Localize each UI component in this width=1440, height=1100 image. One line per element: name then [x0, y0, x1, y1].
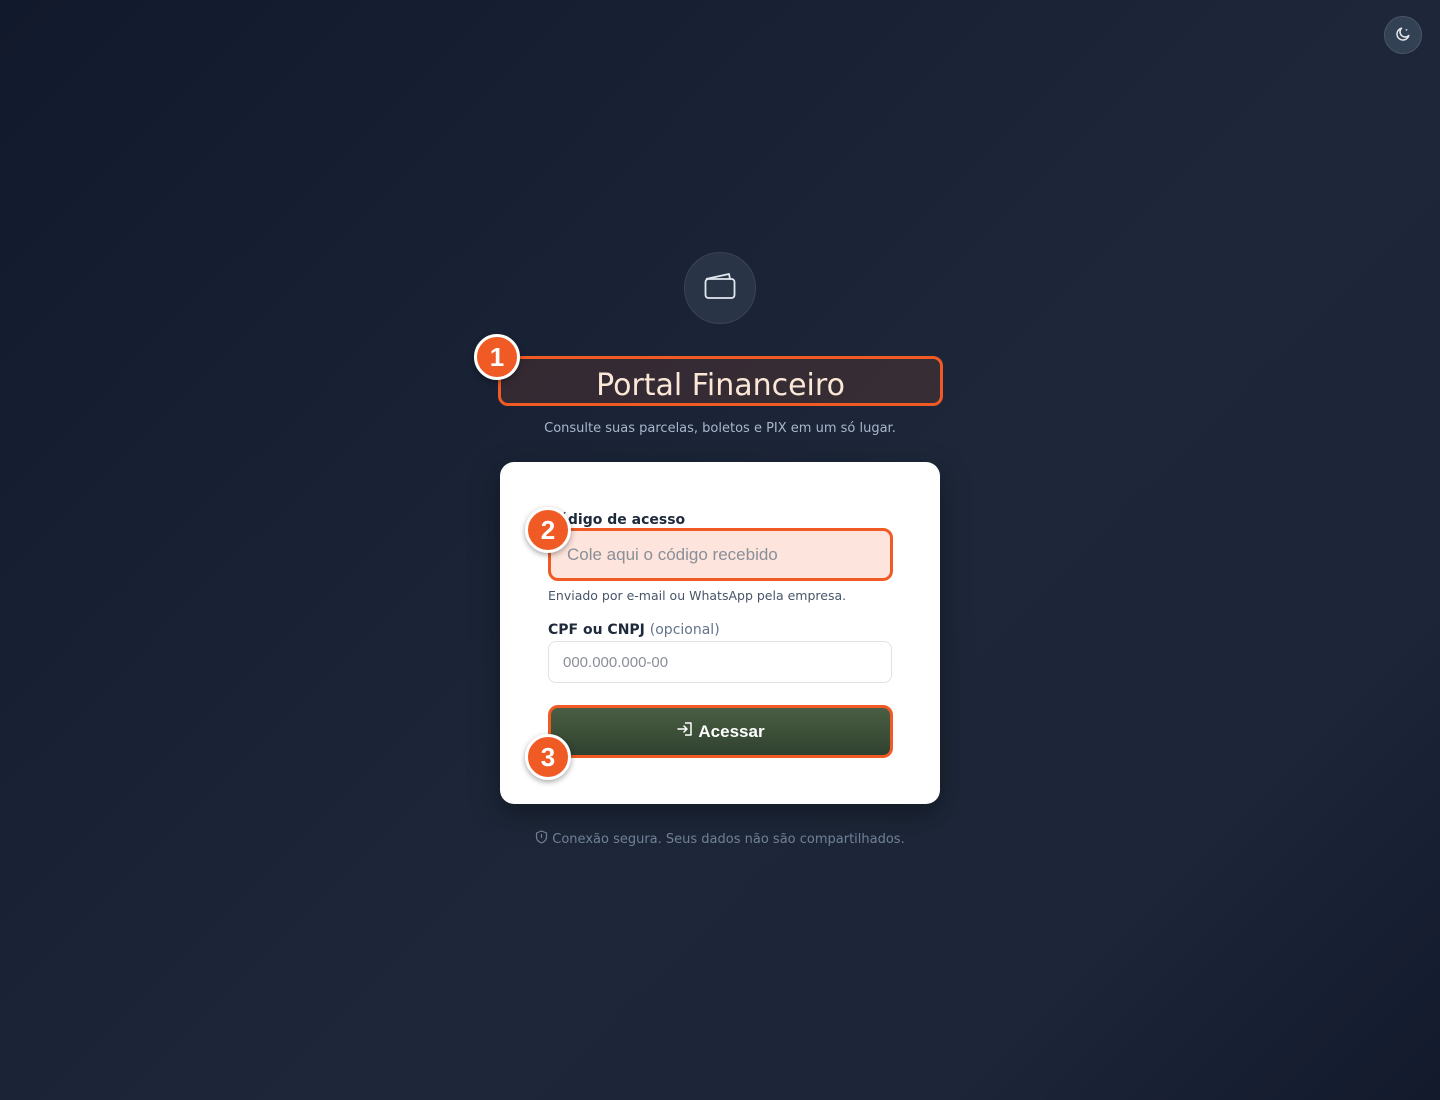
security-note-text: Conexão segura. Seus dados não são compa…: [552, 831, 905, 847]
page-title: Portal Financeiro: [596, 367, 845, 403]
shield-icon: [535, 830, 548, 848]
access-button[interactable]: Acessar: [548, 705, 893, 758]
security-note: Conexão segura. Seus dados não são compa…: [0, 830, 1440, 848]
annotation-badge-2: 2: [525, 507, 571, 553]
cpf-label: CPF ou CNPJ (opcional): [548, 622, 720, 638]
page-subtitle: Consulte suas parcelas, boletos e PIX em…: [544, 421, 896, 436]
cpf-optional-label: (opcional): [649, 622, 720, 638]
annotation-badge-3: 3: [525, 734, 571, 780]
access-code-help: Enviado por e-mail ou WhatsApp pela empr…: [548, 588, 847, 603]
access-button-label: Acessar: [698, 721, 765, 741]
wallet-icon: [703, 271, 737, 305]
theme-toggle-button[interactable]: [1384, 16, 1422, 54]
title-highlight: Portal Financeiro: [498, 356, 943, 406]
access-code-field: [548, 528, 893, 581]
moon-icon: [1395, 26, 1411, 45]
login-icon: [676, 720, 694, 743]
cpf-input[interactable]: [548, 641, 892, 683]
access-code-input[interactable]: [551, 544, 890, 565]
logo-badge: [684, 252, 756, 324]
annotation-badge-1: 1: [474, 334, 520, 380]
cpf-label-text: CPF ou CNPJ: [548, 622, 645, 638]
